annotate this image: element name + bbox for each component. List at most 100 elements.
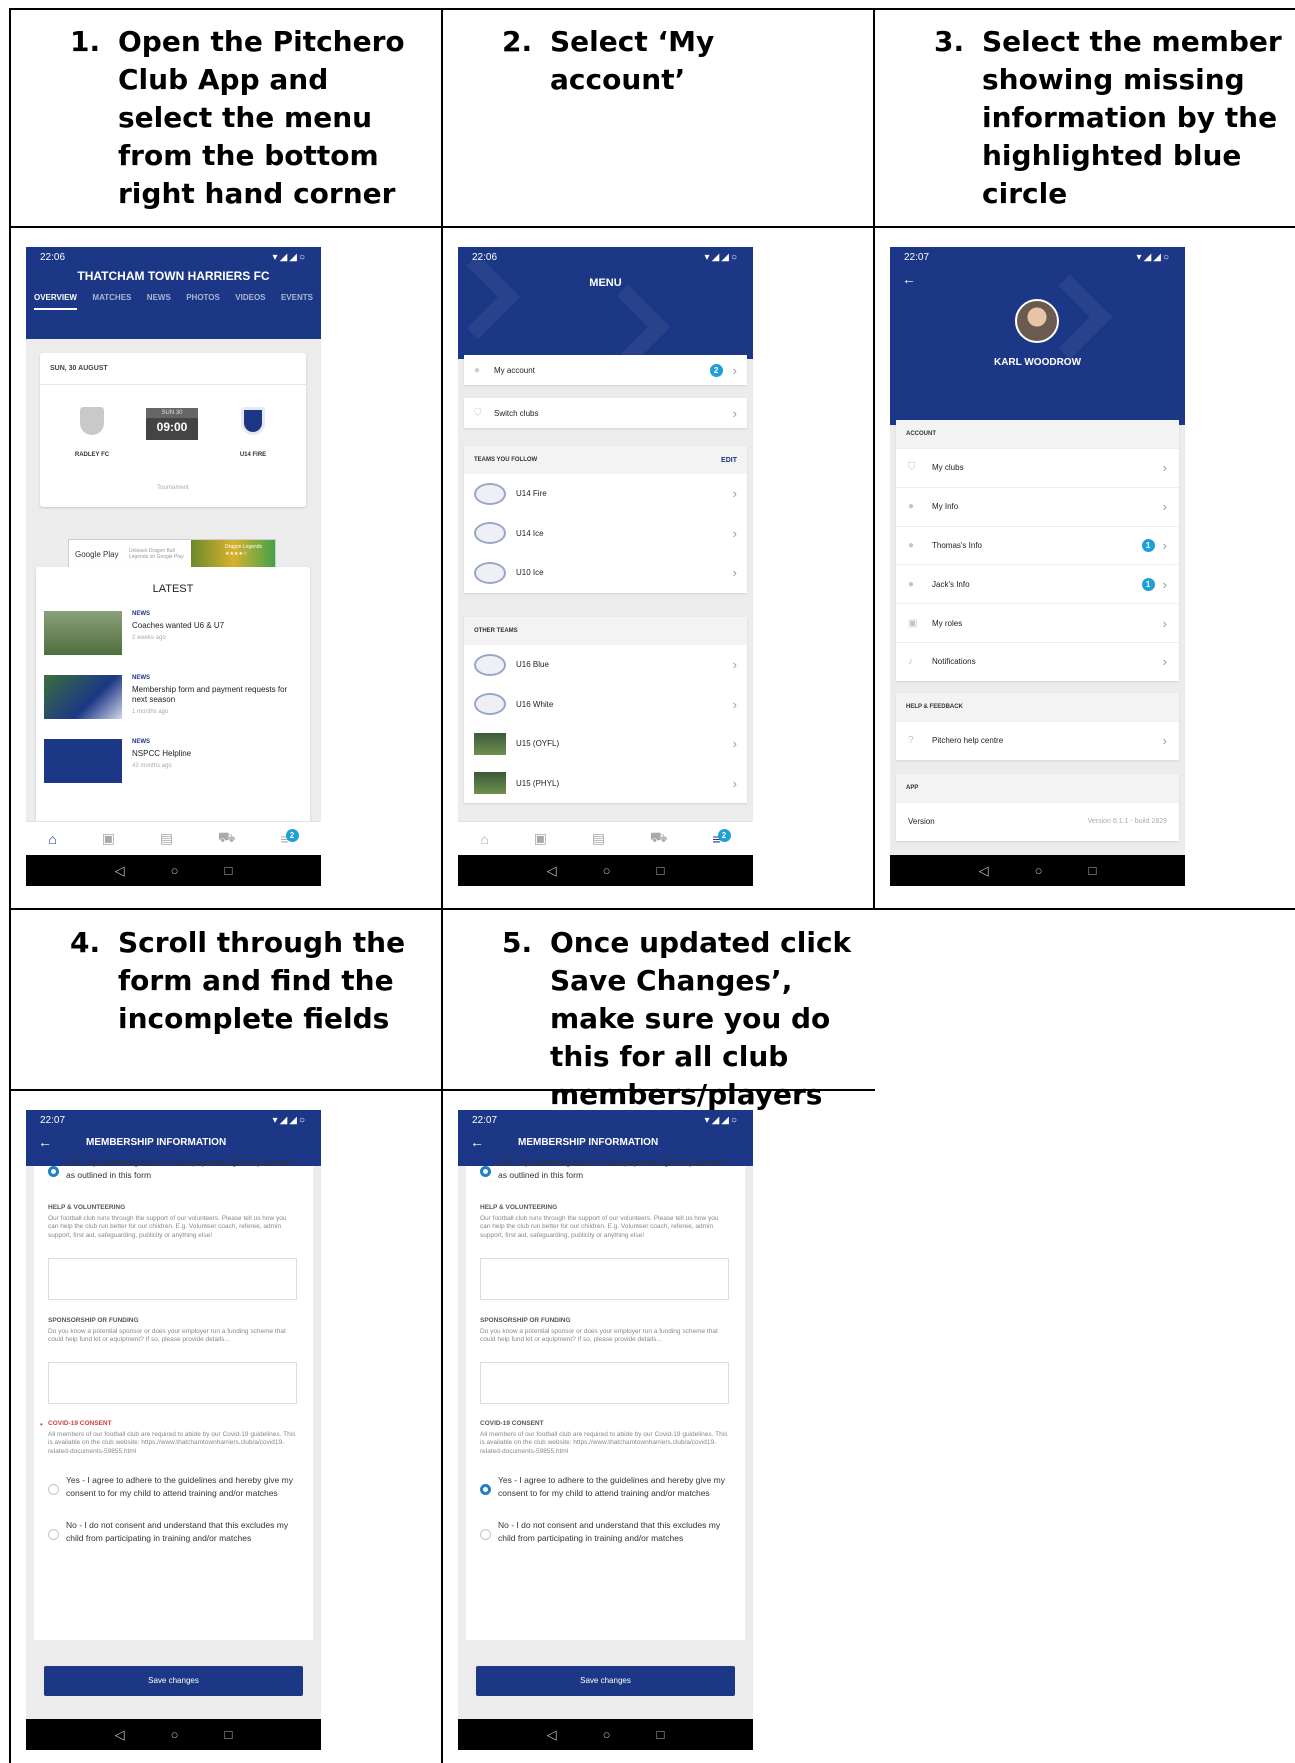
step-text: Scroll through the form and find the inc… bbox=[118, 926, 406, 1035]
sponsorship-input[interactable] bbox=[48, 1362, 297, 1404]
team-row[interactable]: U14 Fire › bbox=[464, 474, 747, 514]
news-item[interactable]: NEWS Coaches wanted U6 & U7 2 weeks ago bbox=[36, 605, 310, 669]
chevron-right-icon: › bbox=[1162, 615, 1167, 631]
team-row[interactable]: U14 Ice › bbox=[464, 514, 747, 554]
missing-info-badge: 1 bbox=[1141, 577, 1155, 591]
home-button-icon[interactable]: ○ bbox=[603, 863, 611, 878]
recents-icon[interactable]: □ bbox=[657, 1727, 665, 1742]
home-button-icon[interactable]: ○ bbox=[603, 1727, 611, 1742]
account-item-notifications[interactable]: ♪ Notifications › bbox=[896, 641, 1179, 681]
news-tag: NEWS bbox=[132, 611, 150, 617]
sponsorship-input[interactable] bbox=[480, 1362, 729, 1404]
tab-matches[interactable]: MATCHES bbox=[92, 293, 131, 310]
calendar-icon[interactable]: ▣ bbox=[534, 830, 547, 847]
team-row[interactable]: U15 (OYFL) › bbox=[464, 724, 747, 764]
field-header: COVID-19 CONSENT bbox=[480, 1420, 544, 1427]
help-volunteering-input[interactable] bbox=[48, 1258, 297, 1300]
account-item-thomas-info[interactable]: ● Thomas's Info 1 › bbox=[896, 525, 1179, 565]
back-icon[interactable]: ◁ bbox=[979, 863, 989, 879]
calendar-icon[interactable]: ▣ bbox=[102, 830, 115, 847]
status-bar: 22:07 ▾◢◢○ bbox=[458, 1110, 753, 1130]
tab-photos[interactable]: PHOTOS bbox=[186, 293, 220, 310]
news-tag: NEWS bbox=[132, 675, 150, 681]
back-icon[interactable]: ◁ bbox=[115, 1727, 125, 1743]
switch-clubs-row[interactable]: ⛉ Switch clubs › bbox=[464, 398, 747, 428]
team-row[interactable]: U16 White › bbox=[464, 685, 747, 725]
home-button-icon[interactable]: ○ bbox=[1035, 863, 1043, 878]
consent-yes-option[interactable]: Yes - By submitting this form and paymen… bbox=[48, 1156, 297, 1182]
item-label: My Info bbox=[932, 502, 959, 512]
home-icon[interactable]: ⌂ bbox=[480, 831, 488, 847]
news-date: 1 months ago bbox=[132, 709, 169, 715]
team-row[interactable]: U10 Ice › bbox=[464, 553, 747, 593]
bottom-tab-bar: ⌂ ▣ ▤ ⛟ ≡2 bbox=[458, 821, 753, 855]
tab-events[interactable]: EVENTS bbox=[281, 293, 313, 310]
home-icon[interactable]: ⌂ bbox=[48, 831, 56, 847]
account-item-jack-info[interactable]: ● Jack's Info 1 › bbox=[896, 564, 1179, 603]
chevron-right-icon: › bbox=[1162, 733, 1167, 749]
tab-overview[interactable]: OVERVIEW bbox=[34, 293, 77, 310]
news-date: 2 weeks ago bbox=[132, 635, 166, 641]
home-button-icon[interactable]: ○ bbox=[171, 1727, 179, 1742]
option-label: No - I do not consent and understand tha… bbox=[66, 1520, 289, 1543]
recents-icon[interactable]: □ bbox=[657, 863, 665, 878]
news-item[interactable]: NEWS NSPCC Helpline 43 months ago bbox=[36, 733, 310, 797]
account-item-my-info[interactable]: ● My Info › bbox=[896, 486, 1179, 526]
cart-icon[interactable]: ⛟ bbox=[650, 829, 668, 848]
team-name: U16 Blue bbox=[516, 660, 549, 670]
covid-no-option[interactable]: No - I do not consent and understand tha… bbox=[480, 1519, 729, 1545]
field-header: COVID-19 CONSENT bbox=[48, 1420, 112, 1427]
back-arrow-icon[interactable]: ← bbox=[38, 1134, 86, 1150]
kickoff-box: SUN 30 09:00 bbox=[146, 408, 198, 440]
recents-icon[interactable]: □ bbox=[225, 1727, 233, 1742]
covid-yes-option[interactable]: Yes - I agree to adhere to the guideline… bbox=[48, 1474, 297, 1500]
menu-badge: 2 bbox=[717, 829, 731, 843]
version-row: Version Version 6.1.1 - build 2829 bbox=[896, 802, 1179, 841]
recents-icon[interactable]: □ bbox=[1089, 863, 1097, 878]
chat-icon[interactable]: ▤ bbox=[160, 830, 173, 847]
home-button-icon[interactable]: ○ bbox=[171, 863, 179, 878]
back-icon[interactable]: ◁ bbox=[547, 863, 557, 879]
my-account-row[interactable]: ● My account 2 › bbox=[464, 355, 747, 385]
chat-icon[interactable]: ▤ bbox=[592, 830, 605, 847]
recents-icon[interactable]: □ bbox=[225, 863, 233, 878]
option-label: Yes - By submitting this form and paymen… bbox=[66, 1157, 294, 1180]
android-nav-bar: ◁ ○ □ bbox=[458, 1719, 753, 1750]
news-item[interactable]: NEWS Membership form and payment requests… bbox=[36, 669, 310, 733]
club-crest-icon bbox=[474, 482, 506, 505]
ad-brand: Dragon Legends bbox=[225, 544, 262, 550]
team-photo bbox=[474, 732, 506, 755]
account-item-my-clubs[interactable]: ⛉ My clubs › bbox=[896, 448, 1179, 487]
team-name: U16 White bbox=[516, 699, 554, 709]
account-item-my-roles[interactable]: ▣ My roles › bbox=[896, 603, 1179, 642]
menu-icon[interactable]: ≡2 bbox=[712, 829, 731, 847]
back-icon[interactable]: ◁ bbox=[547, 1727, 557, 1743]
save-changes-button[interactable]: Save changes bbox=[44, 1666, 303, 1696]
tab-videos[interactable]: VIDEOS bbox=[235, 293, 265, 310]
section-header: HELP & FEEDBACK bbox=[896, 693, 1179, 721]
account-badge: 2 bbox=[709, 363, 723, 377]
edit-button[interactable]: EDIT bbox=[721, 457, 737, 464]
covid-consent-section: COVID-19 CONSENT All members of our footb… bbox=[48, 1420, 297, 1456]
consent-yes-option[interactable]: Yes - By submitting this form and paymen… bbox=[480, 1156, 729, 1182]
help-volunteering-input[interactable] bbox=[480, 1258, 729, 1300]
covid-yes-option[interactable]: Yes - I agree to adhere to the guideline… bbox=[480, 1474, 729, 1500]
team-row[interactable]: U16 Blue › bbox=[464, 645, 747, 685]
covid-no-option[interactable]: No - I do not consent and understand tha… bbox=[48, 1519, 297, 1545]
save-changes-button[interactable]: Save changes bbox=[476, 1666, 735, 1696]
cart-icon[interactable]: ⛟ bbox=[218, 829, 236, 848]
step-text: Once updated click Save Changes’, make s… bbox=[550, 926, 852, 1111]
club-crest-icon bbox=[474, 561, 506, 584]
tab-news[interactable]: NEWS bbox=[147, 293, 171, 310]
fixture-card[interactable]: SUN, 30 AUGUST RADLEY FC SUN 30 09:00 U1… bbox=[40, 353, 306, 507]
back-arrow-icon[interactable]: ← bbox=[470, 1134, 518, 1150]
menu-icon[interactable]: ≡2 bbox=[280, 829, 299, 847]
advert-banner[interactable]: Google Play Unleash Dragon Ball Legends … bbox=[68, 539, 276, 569]
help-centre-row[interactable]: ? Pitchero help centre › bbox=[896, 721, 1179, 760]
team-row[interactable]: U15 (PHYL) › bbox=[464, 764, 747, 804]
back-icon[interactable]: ◁ bbox=[115, 863, 125, 879]
status-time: 22:07 bbox=[472, 1114, 498, 1126]
chevron-right-icon: › bbox=[1162, 537, 1167, 553]
back-arrow-icon[interactable]: ← bbox=[890, 267, 1185, 291]
form-title: MEMBERSHIP INFORMATION bbox=[86, 1136, 227, 1148]
